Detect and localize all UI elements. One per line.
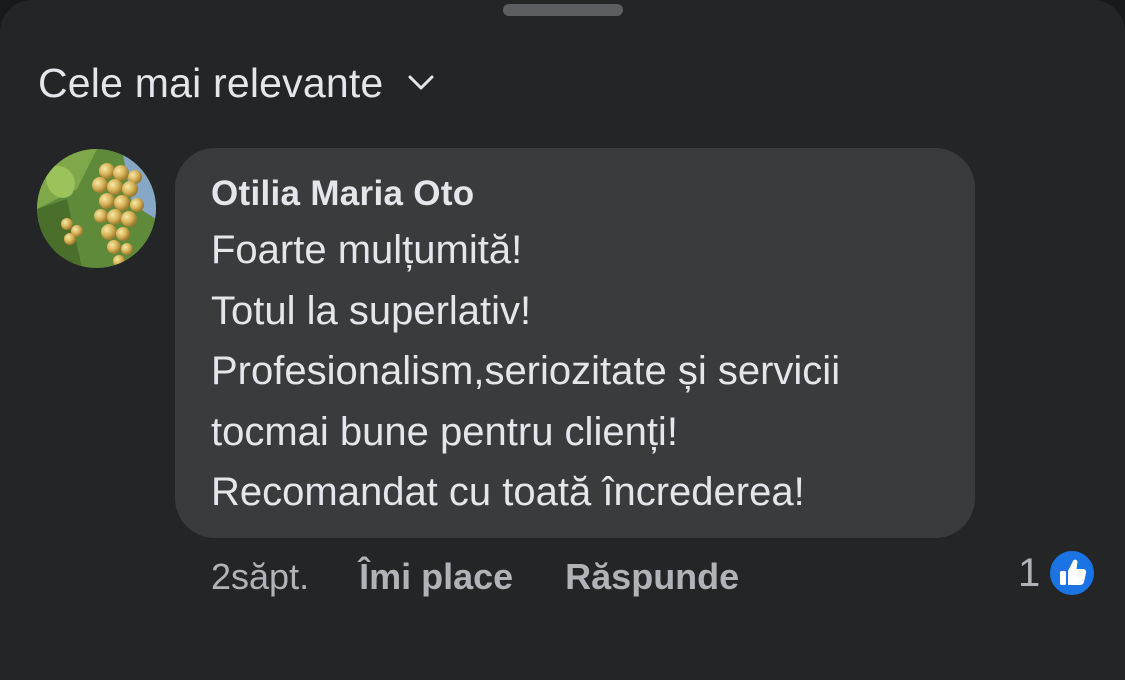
comment-line: Foarte mulțumită! <box>211 228 523 272</box>
thumbs-up-icon <box>1048 549 1097 597</box>
comment-line: Profesionalism,seriozitate și servicii <box>211 349 841 393</box>
sort-label: Cele mai relevante <box>38 59 384 106</box>
comments-sheet: Cele mai relevante Otilia Maria Oto Foar… <box>0 0 1125 680</box>
reaction-summary[interactable]: 1 <box>1018 548 1097 598</box>
comment-timestamp[interactable]: 2săpt. <box>211 556 309 598</box>
comment-line: Totul la superlativ! <box>211 288 532 333</box>
chevron-down-icon <box>408 75 434 90</box>
drag-handle[interactable] <box>503 4 623 16</box>
sort-dropdown[interactable]: Cele mai relevante <box>38 58 437 108</box>
avatar[interactable] <box>37 149 156 268</box>
comment-text: Foarte mulțumită! Totul la superlativ! P… <box>211 220 951 523</box>
like-button[interactable]: Îmi place <box>359 556 513 598</box>
comment-actions: 2săpt. Îmi place Răspunde <box>211 552 739 602</box>
reply-button[interactable]: Răspunde <box>565 556 739 598</box>
comment-line: tocmai bune pentru clienți! <box>211 409 678 454</box>
comment-line: Recomandat cu toată încrederea! <box>211 470 805 514</box>
reaction-count: 1 <box>1018 550 1041 595</box>
comment-bubble: Otilia Maria Oto Foarte mulțumită! Totul… <box>175 148 975 538</box>
comment-author[interactable]: Otilia Maria Oto <box>211 174 474 214</box>
